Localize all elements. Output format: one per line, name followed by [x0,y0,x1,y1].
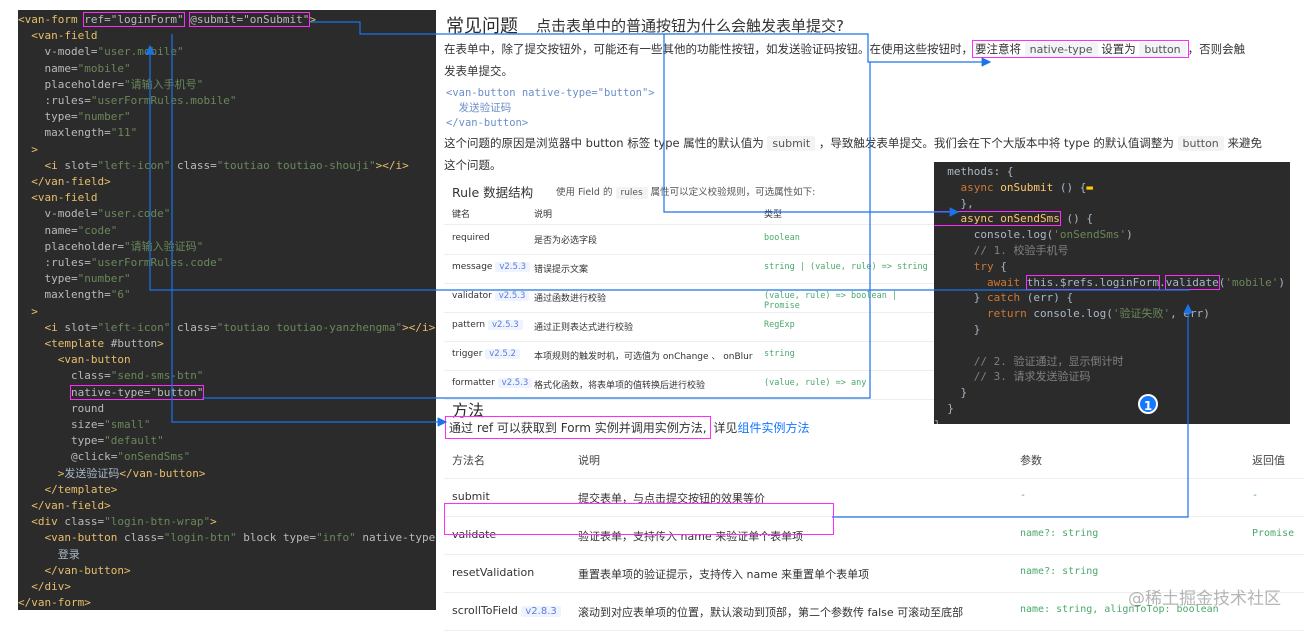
arrow-click-to-sendsms [663,34,960,217]
arrow-validate-to-ref [145,44,1190,291]
arrow-nativetype-to-faq [202,62,871,399]
arrow-submit-to-note [310,21,992,67]
validate-row-highlight [444,503,834,535]
arrow-validate-row-to-code [832,303,1193,518]
arrow-ref-to-methods [171,34,448,427]
